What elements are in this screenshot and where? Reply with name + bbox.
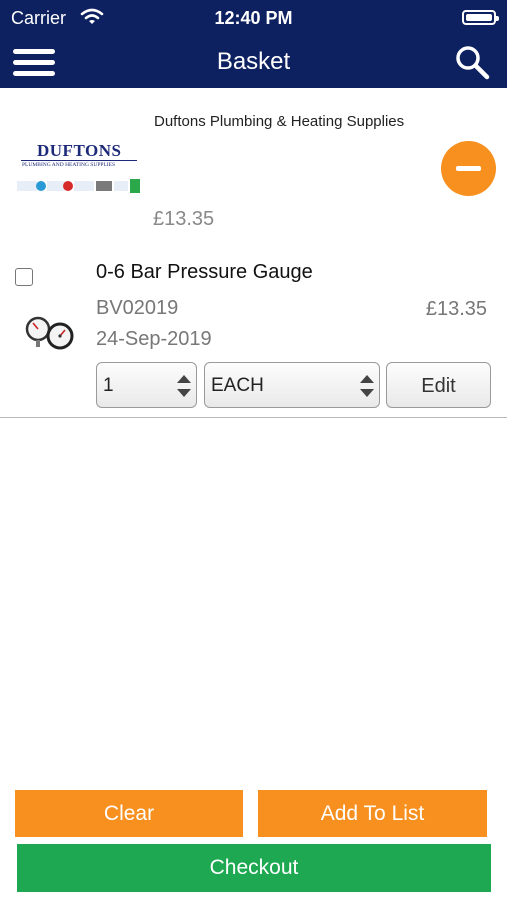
clock: 12:40 PM: [214, 8, 293, 28]
item-price: £13.35: [425, 298, 487, 320]
divider: [0, 417, 507, 418]
supplier-logo: DUFTONS PLUMBING AND HEATING SUPPLIES: [17, 141, 141, 195]
item-checkbox[interactable]: [15, 268, 33, 286]
add-to-list-button[interactable]: Add To List: [258, 790, 487, 837]
logo-badges-icon: [17, 179, 140, 193]
stepper-arrows-icon: [360, 375, 374, 397]
unit-value: EACH: [211, 375, 264, 396]
item-code: BV02019: [96, 297, 179, 319]
edit-button[interactable]: Edit: [386, 362, 491, 408]
quantity-select[interactable]: 1: [96, 362, 197, 408]
item-name: 0-6 Bar Pressure Gauge: [96, 261, 313, 283]
supplier-total: £13.35: [153, 208, 215, 230]
quantity-value: 1: [103, 375, 114, 396]
checkout-button[interactable]: Checkout: [17, 844, 491, 892]
logo-subtext: PLUMBING AND HEATING SUPPLIES: [22, 162, 116, 168]
logo-wordmark: DUFTONS: [37, 141, 122, 160]
nav-bar: Basket: [0, 36, 507, 88]
clear-button[interactable]: Clear: [15, 790, 243, 837]
remove-supplier-button[interactable]: [441, 141, 496, 196]
minus-icon: [456, 166, 481, 171]
battery-icon: [462, 10, 499, 25]
search-icon[interactable]: [454, 44, 490, 80]
page-title: Basket: [216, 48, 291, 75]
supplier-name: Duftons Plumbing & Heating Supplies: [154, 113, 405, 130]
status-bar: Carrier 12:40 PM: [0, 0, 507, 36]
pressure-gauge-image: [25, 316, 74, 350]
stepper-arrows-icon: [177, 375, 191, 397]
unit-select[interactable]: EACH: [204, 362, 380, 408]
item-date: 24-Sep-2019: [96, 328, 212, 350]
